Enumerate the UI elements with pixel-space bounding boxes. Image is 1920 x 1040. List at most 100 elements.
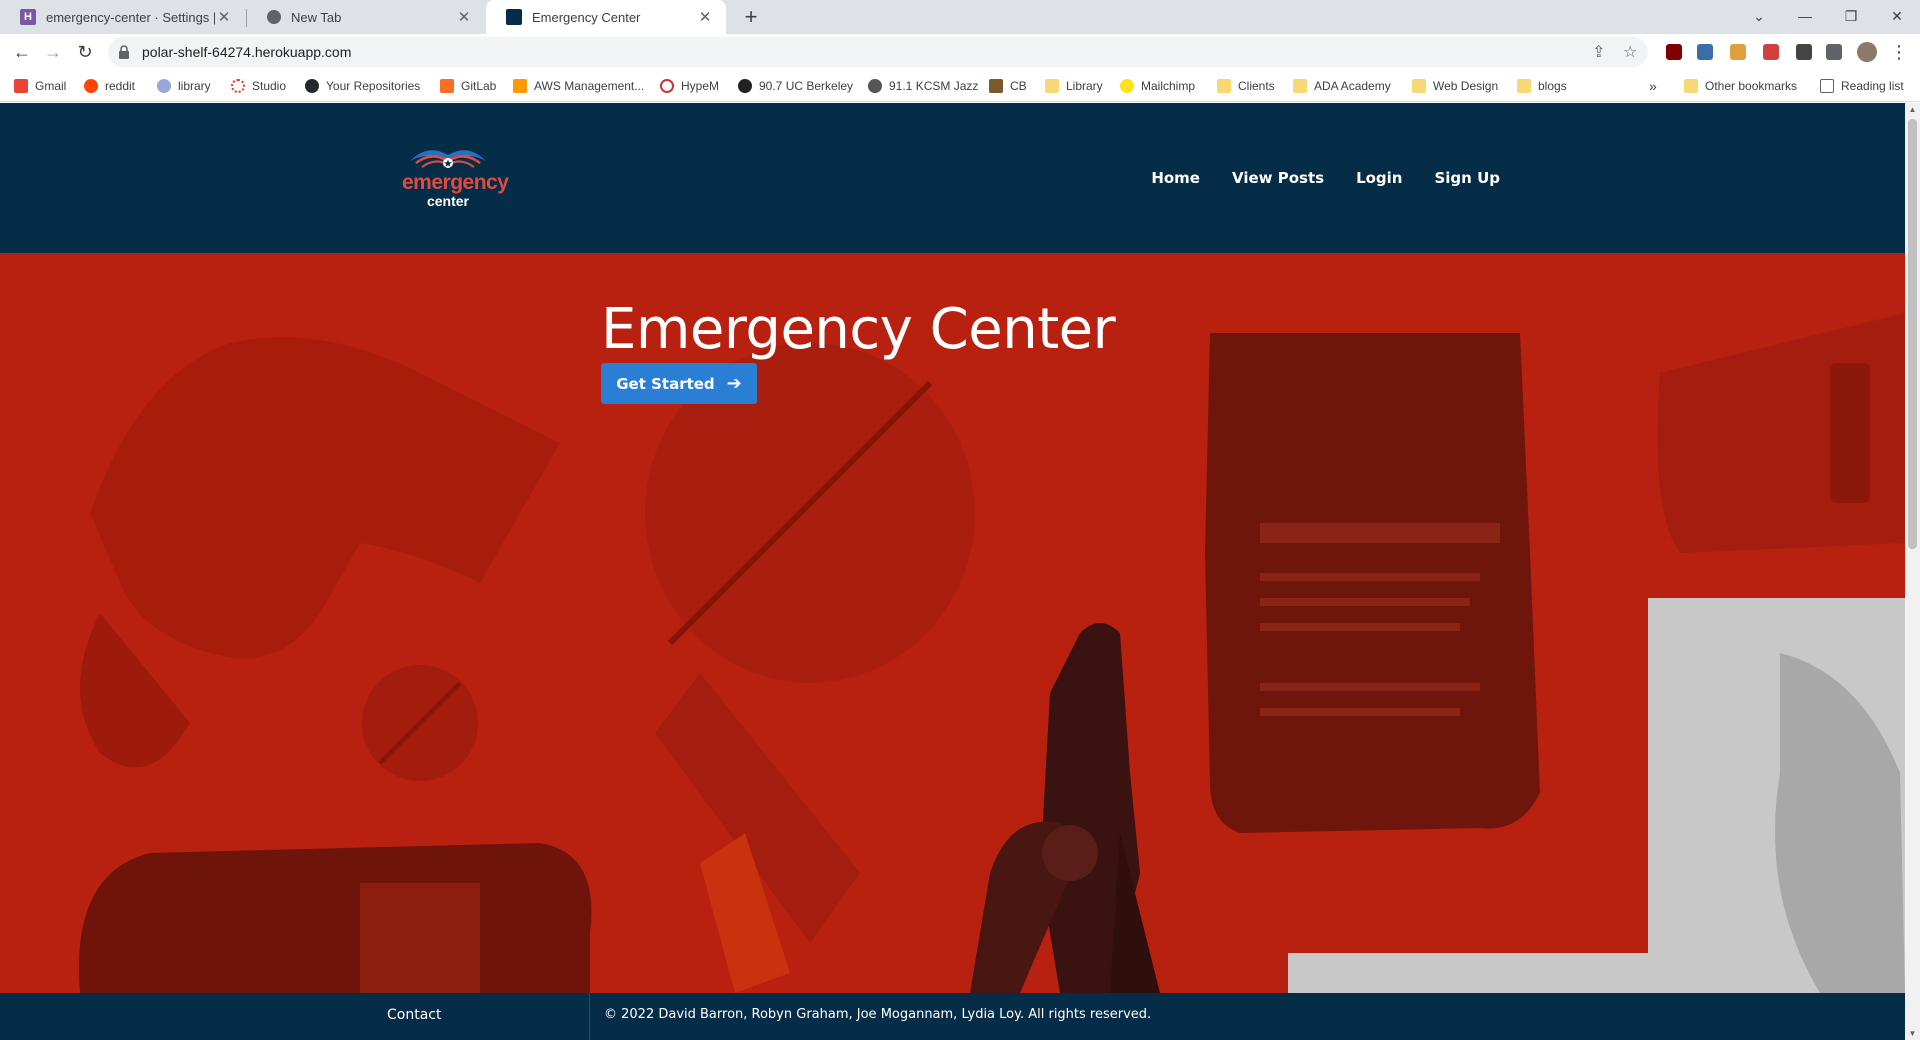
- nav-home-link[interactable]: Home: [1151, 169, 1200, 187]
- profile-avatar[interactable]: [1857, 42, 1877, 62]
- forward-icon[interactable]: →: [41, 40, 65, 64]
- bookmark-gmail[interactable]: Gmail: [14, 70, 66, 102]
- site-logo[interactable]: emergency center: [402, 141, 509, 215]
- reading-list-icon: [1820, 79, 1834, 93]
- minimize-icon[interactable]: —: [1782, 0, 1828, 34]
- browser-tab-new-tab[interactable]: New Tab ✕: [247, 0, 485, 34]
- bookmark-label: Your Repositories: [326, 79, 421, 93]
- site-footer: Contact © 2022 David Barron, Robyn Graha…: [0, 993, 1905, 1040]
- tab-title: Emergency Center: [532, 9, 641, 25]
- puzzle-extensions-icon[interactable]: [1826, 44, 1842, 60]
- page-scrollbar[interactable]: ▲ ▼: [1905, 103, 1920, 1040]
- bookmark-library[interactable]: library: [157, 70, 211, 102]
- extension-icon-2[interactable]: [1697, 44, 1713, 60]
- close-icon[interactable]: ✕: [215, 8, 233, 26]
- scrollbar-thumb[interactable]: [1908, 119, 1917, 549]
- arrow-right-icon: ➔: [726, 373, 742, 394]
- folder-icon: [1517, 79, 1531, 93]
- reddit-icon: [84, 79, 98, 93]
- bookmark-cb[interactable]: CB: [989, 70, 1027, 102]
- bookmark-folder-clients[interactable]: Clients: [1217, 70, 1275, 102]
- kalx-icon: [738, 79, 752, 93]
- heroku-icon: H: [20, 9, 36, 25]
- bookmark-label: AWS Management...: [534, 79, 645, 93]
- bookmark-folder-web-design[interactable]: Web Design: [1412, 70, 1498, 102]
- folder-icon: [1684, 79, 1698, 93]
- bookmark-label: library: [178, 79, 211, 93]
- bookmark-label: Reading list: [1841, 79, 1904, 93]
- get-started-button[interactable]: Get Started ➔: [601, 363, 757, 404]
- mailchimp-icon: [1120, 79, 1134, 93]
- page-viewport: emergency center Home View Posts Login S…: [0, 103, 1905, 1040]
- bookmark-other-bookmarks[interactable]: Other bookmarks: [1684, 70, 1797, 102]
- bookmark-hypem[interactable]: HypeM: [660, 70, 719, 102]
- bookmark-folder-blogs[interactable]: blogs: [1517, 70, 1567, 102]
- eyedropper-extension-icon[interactable]: [1796, 44, 1812, 60]
- bookmark-mailchimp[interactable]: Mailchimp: [1120, 70, 1195, 102]
- bookmark-label: Library: [1066, 79, 1103, 93]
- window-close-icon[interactable]: ✕: [1874, 0, 1920, 34]
- nav-view-posts-link[interactable]: View Posts: [1232, 169, 1324, 187]
- bookmark-folder-ada-academy[interactable]: ADA Academy: [1293, 70, 1391, 102]
- browser-toolbar: ← → ↻ polar-shelf-64274.herokuapp.com ⇪ …: [0, 34, 1920, 70]
- browser-tab-heroku[interactable]: H emergency-center · Settings | He ✕: [0, 0, 245, 34]
- new-tab-button[interactable]: +: [738, 4, 764, 30]
- extension-icon-4[interactable]: [1763, 44, 1779, 60]
- bookmark-label: ADA Academy: [1314, 79, 1391, 93]
- studio-icon: [231, 79, 245, 93]
- tab-title: emergency-center · Settings | He: [46, 9, 215, 25]
- close-icon[interactable]: ✕: [455, 8, 473, 26]
- scroll-up-icon[interactable]: ▲: [1908, 105, 1917, 114]
- hypem-icon: [660, 79, 674, 93]
- bookmark-star-icon[interactable]: ☆: [1623, 42, 1637, 62]
- chrome-icon: [267, 10, 281, 24]
- folder-icon: [1293, 79, 1307, 93]
- chrome-menu-icon[interactable]: ⋮: [1887, 40, 1911, 64]
- site-nav: Home View Posts Login Sign Up: [1151, 103, 1500, 253]
- nav-sign-up-link[interactable]: Sign Up: [1434, 169, 1500, 187]
- nav-login-link[interactable]: Login: [1356, 169, 1402, 187]
- site-header: emergency center Home View Posts Login S…: [0, 103, 1905, 253]
- bookmark-label: GitLab: [461, 79, 497, 93]
- logo-word-center: center: [426, 193, 470, 209]
- logo-word-emergency: emergency: [402, 171, 509, 194]
- browser-tab-emergency-center[interactable]: Emergency Center ✕: [486, 0, 726, 34]
- bookmark-label: Mailchimp: [1141, 79, 1196, 93]
- kcsm-icon: [868, 79, 882, 93]
- ublock-extension-icon[interactable]: [1666, 44, 1682, 60]
- bookmark-kalx[interactable]: 90.7 UC Berkeley: [738, 70, 853, 102]
- bookmark-label: HypeM: [681, 79, 720, 93]
- bookmarks-overflow-button[interactable]: »: [1649, 70, 1657, 102]
- bookmark-gitlab[interactable]: GitLab: [440, 70, 496, 102]
- close-icon[interactable]: ✕: [696, 8, 714, 26]
- extension-icon-3[interactable]: [1730, 44, 1746, 60]
- footer-divider: [589, 993, 590, 1040]
- reload-icon[interactable]: ↻: [73, 40, 97, 64]
- restore-icon[interactable]: ❐: [1828, 0, 1874, 34]
- address-bar[interactable]: polar-shelf-64274.herokuapp.com ⇪ ☆: [108, 37, 1648, 67]
- url-text: polar-shelf-64274.herokuapp.com: [142, 44, 352, 60]
- gmail-icon: [14, 79, 28, 93]
- bookmark-your-repositories[interactable]: Your Repositories: [305, 70, 420, 102]
- bookmark-folder-library[interactable]: Library: [1045, 70, 1103, 102]
- aws-icon: [513, 79, 527, 93]
- bookmark-studio[interactable]: Studio: [231, 70, 286, 102]
- share-icon[interactable]: ⇪: [1592, 42, 1605, 62]
- github-icon: [305, 79, 319, 93]
- scroll-down-icon[interactable]: ▼: [1908, 1029, 1917, 1038]
- back-icon[interactable]: ←: [10, 40, 34, 64]
- bookmark-aws[interactable]: AWS Management...: [513, 70, 644, 102]
- overflow-chevron-icon: »: [1649, 78, 1657, 94]
- bookmark-label: 90.7 UC Berkeley: [759, 79, 854, 93]
- reading-list-button[interactable]: Reading list: [1820, 70, 1904, 102]
- hero-title: Emergency Center: [601, 297, 1116, 362]
- library-icon: [157, 79, 171, 93]
- emergency-center-icon: [506, 9, 522, 25]
- cb-icon: [989, 79, 1003, 93]
- tab-search-icon[interactable]: ⌄: [1736, 0, 1782, 34]
- bookmark-reddit[interactable]: reddit: [84, 70, 135, 102]
- lock-icon: [119, 45, 129, 59]
- tab-title: New Tab: [291, 9, 342, 25]
- bookmark-kcsm[interactable]: 91.1 KCSM Jazz: [868, 70, 978, 102]
- footer-contact-link[interactable]: Contact: [387, 1007, 441, 1023]
